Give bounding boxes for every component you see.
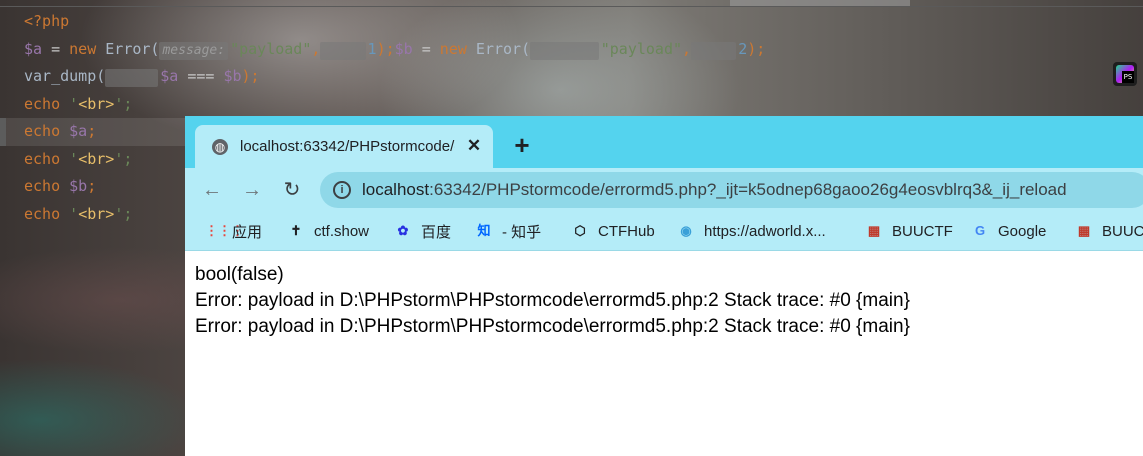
code-token: echo: [24, 204, 61, 223]
code-token: ';: [114, 149, 133, 168]
close-tab-icon[interactable]: ✕: [463, 135, 485, 157]
bookmark-label: 应用: [232, 223, 263, 241]
code-line[interactable]: $a = new Error(message:"payload",code:1)…: [0, 36, 1143, 64]
parameter-hint: code:: [691, 41, 737, 60]
parameter-hint: value:: [105, 69, 159, 87]
google-icon: G: [974, 223, 986, 238]
code-token: new: [439, 39, 467, 58]
code-token: Error(: [96, 39, 160, 58]
code-token: <br>: [78, 149, 115, 168]
code-token: ': [60, 149, 79, 168]
code-token: ===: [178, 67, 224, 85]
output-line: Error: payload in D:\PHPstorm\PHPstormco…: [195, 290, 910, 311]
bookmark-item[interactable]: ◉ https://adworld.x...: [677, 221, 826, 241]
code-line[interactable]: echo '<br>';: [0, 91, 1143, 119]
bookmark-item[interactable]: ✝ ctf.show: [287, 221, 369, 241]
parameter-hint: message:: [159, 41, 229, 60]
page-content: bool(false) Error: payload in D:\PHPstorm…: [195, 262, 1125, 340]
code-line[interactable]: var_dump(value:$a === $b);: [0, 63, 1143, 91]
bookmark-item[interactable]: 知 - 知乎: [475, 221, 541, 241]
ctfshow-icon: ✝: [290, 223, 302, 238]
code-token: <br>: [78, 204, 115, 223]
tab-active[interactable]: ◍ localhost:63342/PHPstormcode/errormd5.…: [195, 125, 493, 168]
parameter-hint: code:: [320, 41, 366, 60]
code-token: ': [60, 94, 79, 113]
phpstorm-icon[interactable]: PS: [1113, 62, 1137, 86]
code-token: Error(: [466, 39, 531, 58]
tab-title: localhost:63342/PHPstormcode/errormd5.ph…: [240, 138, 455, 155]
baidu-icon: ✿: [397, 223, 409, 238]
url-text[interactable]: localhost:63342/PHPstormcode/errormd5.ph…: [362, 180, 1067, 200]
ctfhub-icon: ⬡: [574, 223, 586, 238]
globe-icon: ◍: [212, 139, 228, 155]
code-token: =: [42, 39, 70, 58]
buuctf-icon: ▦: [1077, 223, 1091, 238]
code-token: ': [60, 204, 79, 223]
bookmarks-bar: ⋮⋮⋮ 应用 ✝ ctf.show ✿ 百度 知 - 知乎 ⬡ CTFHub ◉ https://ad…: [185, 212, 1143, 251]
buuctf-icon: ▦: [867, 223, 881, 238]
bookmark-item[interactable]: ▦ BUUCTF: [865, 221, 953, 241]
bookmark-label: ctf.show: [314, 222, 370, 240]
code-token: ,: [682, 39, 692, 58]
code-token: 1: [367, 39, 377, 58]
code-token: echo: [24, 122, 61, 140]
code-token: $b: [394, 39, 413, 58]
output-line: bool(false): [195, 264, 284, 285]
bookmark-item[interactable]: ▦ BUUCTF: [1075, 221, 1143, 241]
code-token: );: [747, 39, 766, 58]
reload-icon[interactable]: ↻: [279, 177, 305, 203]
bookmark-label: - 知乎: [502, 223, 542, 241]
code-token: echo: [24, 94, 61, 113]
bookmark-item[interactable]: ✿ 百度: [394, 221, 451, 241]
bookmark-label: Google: [998, 222, 1047, 240]
code-token: 2: [738, 39, 748, 58]
back-icon[interactable]: ←: [199, 177, 225, 203]
code-line[interactable]: <?php: [0, 8, 1143, 36]
browser-window: ◍ localhost:63342/PHPstormcode/errormd5.…: [185, 116, 1143, 456]
new-tab-button[interactable]: +: [509, 132, 535, 158]
code-token: );: [241, 67, 260, 85]
output-line: Error: payload in D:\PHPstorm\PHPstormco…: [195, 316, 910, 337]
code-token: new: [69, 39, 97, 58]
code-token: ';: [114, 94, 133, 113]
code-token: =: [412, 39, 440, 58]
bookmark-item[interactable]: ⋮⋮⋮ 应用: [205, 221, 262, 241]
code-token: "payload": [600, 39, 683, 58]
code-token: $a: [160, 67, 179, 85]
code-token: echo: [24, 149, 61, 168]
bookmark-label: CTFHub: [598, 222, 655, 240]
code-token: ;: [87, 177, 97, 195]
code-token: $a: [24, 39, 43, 58]
code-token: echo: [24, 177, 61, 195]
bookmark-label: 百度: [421, 223, 452, 241]
parameter-hint: message:: [530, 41, 599, 60]
code-token: var_dump(: [24, 67, 106, 85]
divider: [0, 6, 1143, 7]
bookmark-label: https://adworld.x...: [704, 222, 826, 240]
forward-icon[interactable]: →: [239, 177, 265, 203]
code-token: $b: [223, 67, 242, 85]
code-token: ';: [114, 204, 133, 223]
tab-strip: ◍ localhost:63342/PHPstormcode/errormd5.…: [185, 116, 1143, 168]
code-token: <br>: [78, 94, 115, 113]
bookmark-label: BUUCTF: [1102, 222, 1143, 240]
adworld-icon: ◉: [680, 223, 692, 238]
bookmark-label: BUUCTF: [892, 222, 953, 240]
code-token: $a: [69, 122, 88, 140]
code-token: );: [376, 39, 395, 58]
code-token: "payload": [230, 39, 312, 58]
bookmark-item[interactable]: ⬡ CTFHub: [571, 221, 655, 241]
code-token: $b: [69, 177, 88, 195]
code-token: ;: [87, 122, 97, 140]
browser-toolbar: ← → ↻ i localhost:63342/PHPstormcode/err…: [185, 168, 1143, 212]
address-bar[interactable]: i localhost:63342/PHPstormcode/errormd5.…: [320, 172, 1143, 208]
bookmark-item[interactable]: G Google: [971, 221, 1046, 241]
apps-grid-icon: ⋮⋮⋮: [205, 223, 244, 238]
info-icon[interactable]: i: [333, 181, 351, 199]
code-token: <?php: [24, 12, 70, 30]
zhihu-icon: 知: [477, 223, 491, 238]
code-token: ,: [311, 39, 321, 58]
